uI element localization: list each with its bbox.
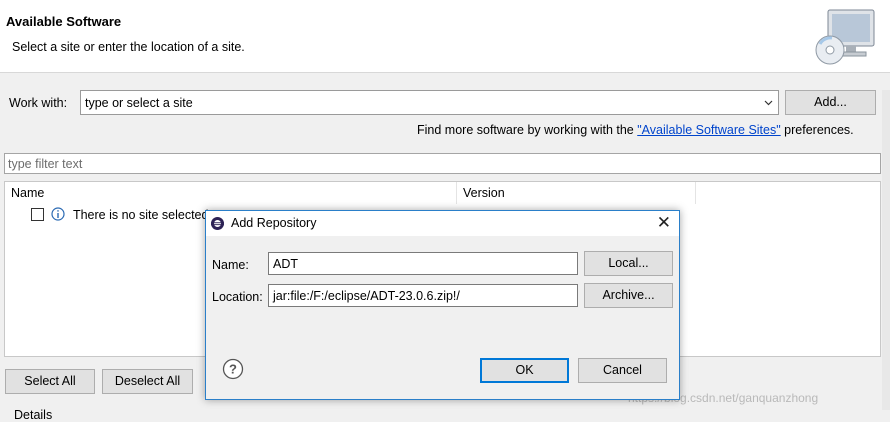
dialog-titlebar[interactable]: Add Repository ✕ [206, 211, 679, 236]
name-field[interactable]: ADT [268, 252, 578, 275]
tree-row-checkbox[interactable] [31, 208, 44, 221]
eclipse-icon [211, 217, 224, 230]
work-with-value: type or select a site [85, 96, 193, 110]
archive-button[interactable]: Archive... [584, 283, 673, 308]
add-repository-dialog: Add Repository ✕ Name: ADT Local... Loca… [205, 210, 680, 400]
page-title: Available Software [6, 14, 122, 29]
tree-message-row: There is no site selected. [31, 207, 212, 222]
cancel-button[interactable]: Cancel [578, 358, 667, 383]
location-field[interactable]: jar:file:/F:/eclipse/ADT-23.0.6.zip!/ [268, 284, 578, 307]
find-more-text: Find more software by working with the "… [417, 123, 854, 137]
find-more-prefix: Find more software by working with the [417, 123, 638, 137]
page-subtitle: Select a site or enter the location of a… [12, 40, 245, 54]
filter-placeholder: type filter text [8, 157, 83, 171]
find-more-suffix: preferences. [780, 123, 854, 137]
location-field-value: jar:file:/F:/eclipse/ADT-23.0.6.zip!/ [273, 289, 460, 303]
work-with-combo[interactable]: type or select a site [80, 90, 779, 115]
local-button[interactable]: Local... [584, 251, 673, 276]
help-icon[interactable]: ? [222, 358, 244, 380]
deselect-all-button[interactable]: Deselect All [102, 369, 193, 394]
name-label: Name: [212, 258, 249, 272]
column-header-name[interactable]: Name [5, 182, 457, 204]
name-field-value: ADT [273, 257, 298, 271]
info-icon [51, 207, 66, 221]
chevron-down-icon[interactable] [764, 98, 773, 107]
available-software-sites-link[interactable]: "Available Software Sites" [637, 123, 780, 137]
install-software-icon [815, 9, 875, 65]
dialog-title: Add Repository [231, 216, 317, 230]
select-all-button[interactable]: Select All [5, 369, 95, 394]
no-site-message: There is no site selected. [72, 208, 212, 222]
column-header-version[interactable]: Version [457, 182, 696, 204]
wizard-header: Available Software Select a site or ente… [0, 0, 890, 73]
work-with-label: Work with: [9, 96, 68, 110]
close-icon[interactable]: ✕ [657, 213, 671, 233]
add-site-button[interactable]: Add... [785, 90, 876, 115]
location-label: Location: [212, 290, 263, 304]
details-label: Details [14, 408, 53, 422]
ok-button[interactable]: OK [480, 358, 569, 383]
filter-input[interactable]: type filter text [4, 153, 881, 174]
svg-text:?: ? [229, 362, 237, 377]
side-panel-edge [882, 90, 890, 410]
